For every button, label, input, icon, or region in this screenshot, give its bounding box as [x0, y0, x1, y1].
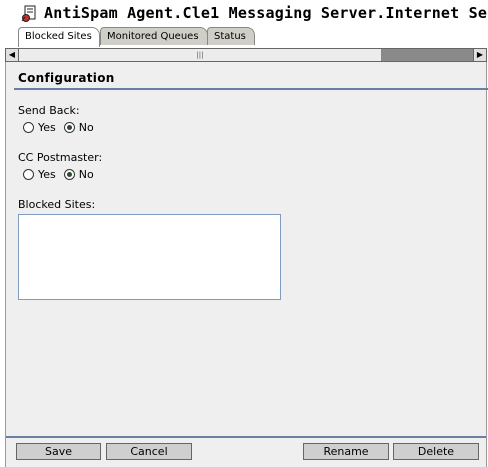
send-back-radio-group: Yes No	[23, 121, 102, 134]
send-back-yes-option[interactable]: Yes	[23, 121, 56, 134]
scrollbar-track[interactable]	[382, 49, 473, 61]
horizontal-scrollbar[interactable]: ◀ ||| ▶	[5, 48, 487, 62]
settings-page-icon	[21, 5, 36, 22]
title-bar: AntiSpam Agent.Cle1 Messaging Server.Int…	[0, 0, 488, 26]
content-panel: Configuration Send Back: Yes No CC Postm…	[5, 62, 488, 467]
send-back-yes-label: Yes	[38, 121, 56, 134]
tab-bar: Blocked Sites Monitored Queues Status	[18, 27, 478, 47]
cc-postmaster-no-label: No	[78, 168, 94, 181]
section-title: Configuration	[18, 71, 115, 85]
footer-divider	[6, 436, 486, 438]
save-button[interactable]: Save	[16, 443, 101, 460]
send-back-yes-radio[interactable]	[23, 122, 34, 133]
delete-button[interactable]: Delete	[393, 443, 479, 460]
cc-postmaster-radio-group: Yes No	[23, 168, 102, 181]
dialog-window: AntiSpam Agent.Cle1 Messaging Server.Int…	[0, 0, 488, 467]
send-back-no-label: No	[78, 121, 94, 134]
cc-postmaster-no-option[interactable]: No	[63, 168, 94, 181]
scroll-left-arrow-icon[interactable]: ◀	[6, 49, 19, 61]
cc-postmaster-yes-option[interactable]: Yes	[23, 168, 56, 181]
blocked-sites-textarea[interactable]	[18, 214, 281, 300]
cc-postmaster-no-radio[interactable]	[63, 169, 75, 180]
cancel-button[interactable]: Cancel	[106, 443, 192, 460]
window-title: AntiSpam Agent.Cle1 Messaging Server.Int…	[44, 4, 488, 22]
scroll-right-arrow-icon[interactable]: ▶	[473, 49, 486, 61]
send-back-no-option[interactable]: No	[63, 121, 94, 134]
tab-blocked-sites[interactable]: Blocked Sites	[18, 27, 100, 47]
cc-postmaster-yes-radio[interactable]	[23, 169, 34, 180]
blocked-sites-label: Blocked Sites:	[18, 198, 96, 211]
rename-button[interactable]: Rename	[303, 443, 389, 460]
send-back-label: Send Back:	[18, 104, 80, 117]
scrollbar-thumb[interactable]: |||	[19, 49, 382, 61]
cc-postmaster-yes-label: Yes	[38, 168, 56, 181]
tab-status[interactable]: Status	[207, 27, 255, 45]
section-divider	[14, 88, 488, 90]
cc-postmaster-label: CC Postmaster:	[18, 151, 103, 164]
tab-monitored-queues[interactable]: Monitored Queues	[100, 27, 208, 45]
scrollbar-grip: |||	[196, 51, 204, 59]
send-back-no-radio[interactable]	[63, 122, 75, 133]
